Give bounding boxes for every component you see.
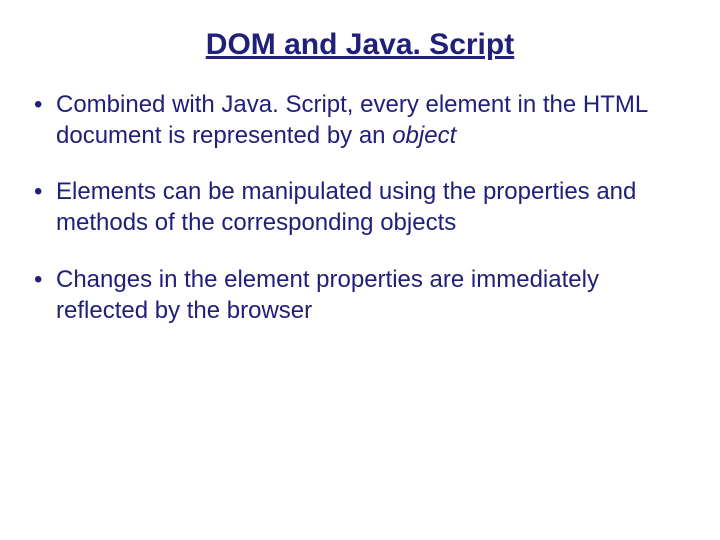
list-item: Changes in the element properties are im… [28, 265, 686, 326]
slide: DOM and Java. Script Combined with Java.… [0, 0, 720, 540]
slide-title: DOM and Java. Script [28, 28, 692, 62]
list-item: Combined with Java. Script, every elemen… [28, 90, 686, 151]
bullet-list: Combined with Java. Script, every elemen… [28, 90, 692, 326]
bullet-text: Combined with Java. Script, every elemen… [56, 91, 647, 149]
bullet-text: Elements can be manipulated using the pr… [56, 178, 636, 236]
bullet-text: Changes in the element properties are im… [56, 266, 599, 324]
list-item: Elements can be manipulated using the pr… [28, 177, 686, 238]
bullet-emphasis: object [392, 122, 456, 149]
